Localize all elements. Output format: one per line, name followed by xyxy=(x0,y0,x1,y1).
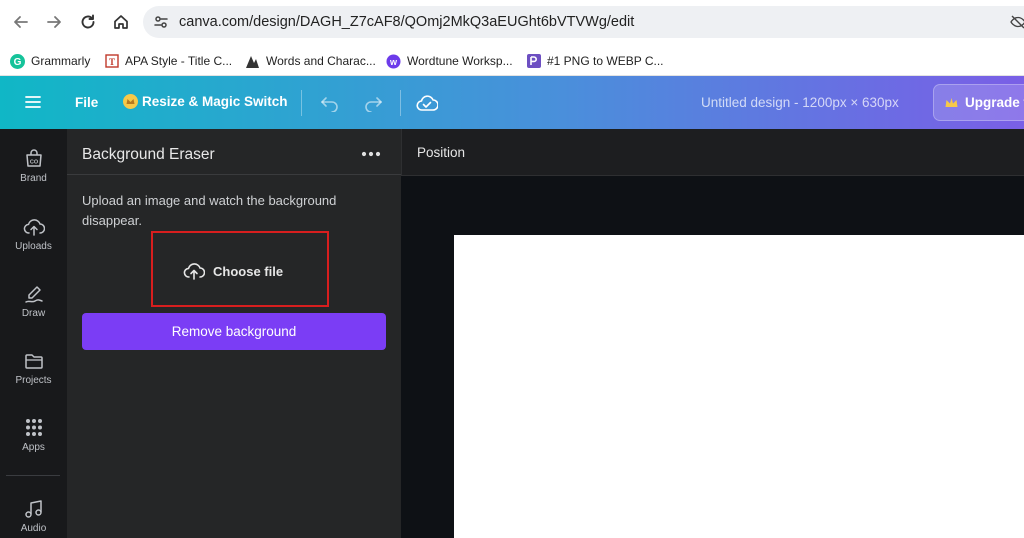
bookmark-grammarly[interactable]: G Grammarly xyxy=(10,52,90,70)
cloud-upload-icon xyxy=(183,263,205,280)
rail-item-audio[interactable]: Audio xyxy=(0,499,67,534)
panel-title: Background Eraser xyxy=(82,146,215,163)
brand-icon: CO xyxy=(25,149,42,167)
editor-toolbar: File Resize & Magic Switch Untitled desi… xyxy=(0,76,1024,129)
back-button[interactable] xyxy=(10,11,32,33)
save-status-button[interactable] xyxy=(416,93,439,118)
uploads-icon xyxy=(23,219,45,236)
browser-address-bar: canva.com/design/DAGH_Z7cAF8/QOmj2MkQ3aE… xyxy=(0,0,1024,44)
remove-background-button[interactable]: Remove background xyxy=(82,313,386,350)
panel-divider xyxy=(67,174,401,175)
forward-button[interactable] xyxy=(43,11,65,33)
svg-text:CO: CO xyxy=(29,160,38,166)
bookmark-label: #1 PNG to WEBP C... xyxy=(547,54,664,68)
rail-item-draw[interactable]: Draw xyxy=(0,284,67,319)
arrow-right-icon xyxy=(47,16,61,28)
bookmarks-bar: G Grammarly T APA Style - Title C... Wor… xyxy=(0,44,1024,76)
bookmark-label: APA Style - Title C... xyxy=(125,54,233,68)
bookmark-words-characters[interactable]: Words and Charac... xyxy=(245,52,376,70)
grammarly-icon: G xyxy=(10,53,25,69)
undo-button[interactable] xyxy=(320,94,340,117)
rail-item-label: Uploads xyxy=(15,241,52,252)
bookmark-label: Words and Charac... xyxy=(266,54,376,68)
upgrade-label: Upgrade t xyxy=(965,95,1024,110)
bookmark-png-webp[interactable]: #1 PNG to WEBP C... xyxy=(526,52,663,70)
svg-text:T: T xyxy=(108,57,114,67)
rail-item-label: Apps xyxy=(22,442,45,453)
site-settings-icon xyxy=(154,16,168,28)
rail-item-projects[interactable]: Projects xyxy=(0,351,67,386)
undo-icon xyxy=(321,97,338,113)
home-button[interactable] xyxy=(110,11,132,33)
projects-icon xyxy=(24,354,43,369)
redo-icon xyxy=(365,97,382,113)
svg-text:w: w xyxy=(389,57,398,67)
bookmark-label: Grammarly xyxy=(31,54,91,68)
choose-file-button[interactable]: Choose file xyxy=(183,261,283,281)
rail-item-label: Draw xyxy=(21,308,46,319)
resize-magic-switch-label: Resize & Magic Switch xyxy=(142,94,288,109)
more-options-button[interactable] xyxy=(360,143,382,165)
wordtune-icon: w xyxy=(386,54,401,69)
apps-icon xyxy=(25,419,42,436)
design-title[interactable]: Untitled design - 1200px × 630px xyxy=(701,95,899,110)
file-menu-button[interactable]: File xyxy=(75,95,98,110)
reload-icon xyxy=(81,14,95,29)
audio-icon xyxy=(24,500,42,518)
bookmark-label: Wordtune Worksp... xyxy=(407,54,513,68)
cloud-check-icon xyxy=(416,95,439,111)
background-eraser-panel: Background Eraser Upload an image and wa… xyxy=(67,129,401,538)
crown-icon xyxy=(945,97,958,107)
rail-item-apps[interactable]: Apps xyxy=(0,418,67,453)
rail-item-uploads[interactable]: Uploads xyxy=(0,217,67,252)
rail-item-label: Projects xyxy=(15,375,52,386)
bookmark-wordtune[interactable]: w Wordtune Worksp... xyxy=(386,52,513,70)
url-text: canva.com/design/DAGH_Z7cAF8/QOmj2MkQ3aE… xyxy=(179,14,635,30)
redo-button[interactable] xyxy=(363,94,383,117)
words-icon xyxy=(245,54,260,69)
rail-item-label: Brand xyxy=(20,173,47,184)
main-menu-button[interactable] xyxy=(24,94,42,115)
reload-button[interactable] xyxy=(77,11,99,33)
draw-icon xyxy=(24,286,43,303)
url-input[interactable]: canva.com/design/DAGH_Z7cAF8/QOmj2MkQ3aE… xyxy=(143,6,1024,38)
bookmark-apa-style[interactable]: T APA Style - Title C... xyxy=(104,52,232,70)
hamburger-icon xyxy=(25,96,41,108)
crown-icon xyxy=(123,94,138,109)
side-rail: CO Brand Uploads Draw Projects Apps Audi… xyxy=(0,129,67,538)
svg-text:G: G xyxy=(14,57,22,68)
more-horizontal-icon xyxy=(361,151,381,157)
png-webp-icon xyxy=(526,54,541,69)
design-artboard[interactable] xyxy=(454,235,1024,538)
panel-description: Upload an image and watch the background… xyxy=(82,193,337,228)
resize-magic-switch-button[interactable]: Resize & Magic Switch xyxy=(123,94,288,109)
context-toolbar: Position xyxy=(401,129,1024,176)
arrow-left-icon xyxy=(14,16,28,28)
rail-item-label: Audio xyxy=(20,523,47,534)
upgrade-button[interactable]: Upgrade t xyxy=(933,84,1024,121)
eye-off-icon xyxy=(1010,15,1024,29)
apa-icon: T xyxy=(104,54,119,69)
home-icon xyxy=(114,15,128,29)
choose-file-label: Choose file xyxy=(213,263,284,279)
toolbar-divider xyxy=(400,90,401,116)
rail-item-brand[interactable]: CO Brand xyxy=(0,149,67,184)
choose-file-highlight: Choose file xyxy=(151,231,329,307)
rail-divider xyxy=(6,475,60,476)
position-button[interactable]: Position xyxy=(417,145,465,160)
toolbar-divider xyxy=(301,90,302,116)
